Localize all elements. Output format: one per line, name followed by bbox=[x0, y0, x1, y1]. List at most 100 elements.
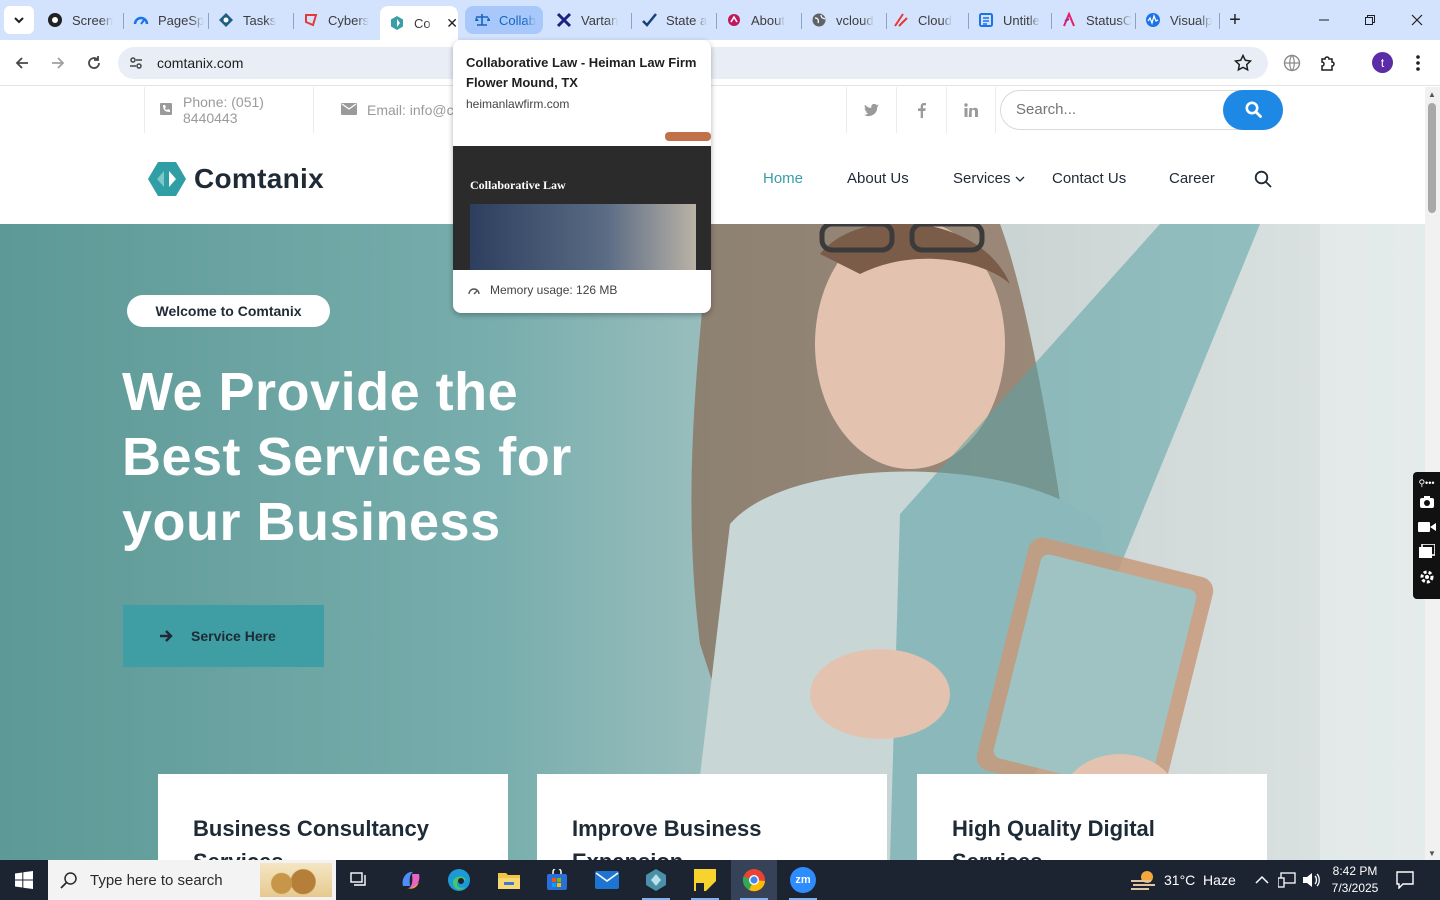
tab-close-icon[interactable]: ✕ bbox=[446, 15, 458, 32]
tab-visualping[interactable]: Visualp bbox=[1136, 6, 1220, 34]
sticky-notes-app[interactable] bbox=[682, 860, 728, 900]
edge-app[interactable] bbox=[436, 860, 482, 900]
pin-icon[interactable]: ⚲••• bbox=[1418, 478, 1434, 489]
clock[interactable]: 8:42 PM 7/3/2025 bbox=[1325, 860, 1385, 900]
tab-comtanix[interactable]: Co ✕ bbox=[380, 6, 458, 40]
file-explorer-app[interactable] bbox=[486, 860, 532, 900]
tab-vartana[interactable]: Vartan bbox=[547, 6, 631, 34]
welcome-badge: Welcome to Comtanix bbox=[127, 295, 330, 327]
copilot-icon bbox=[402, 871, 420, 889]
tab-untitled[interactable]: Untitle bbox=[969, 6, 1053, 34]
weather-widget[interactable]: 31°C Haze bbox=[1130, 860, 1236, 900]
nav-career[interactable]: Career bbox=[1169, 133, 1215, 224]
tab-title: Tasks bbox=[243, 12, 277, 28]
service-card[interactable]: High Quality Digital Services bbox=[917, 774, 1267, 860]
network-tray[interactable] bbox=[1278, 860, 1296, 900]
arrow-right-icon bbox=[52, 57, 65, 69]
back-button[interactable] bbox=[8, 49, 36, 77]
close-window-button[interactable] bbox=[1394, 0, 1440, 40]
window-capture-icon[interactable] bbox=[1418, 543, 1436, 563]
reload-icon bbox=[88, 56, 100, 69]
taskbar-search[interactable]: Type here to search bbox=[48, 860, 336, 900]
nav-services[interactable]: Services bbox=[953, 133, 1025, 224]
volume-tray[interactable] bbox=[1302, 860, 1320, 900]
tab-screen[interactable]: Screen bbox=[38, 6, 122, 34]
comtanix-icon bbox=[389, 15, 405, 31]
service-card[interactable]: Business Consultancy Services bbox=[158, 774, 508, 860]
show-hidden-icons[interactable] bbox=[1255, 860, 1269, 900]
scroll-up-icon[interactable]: ▲ bbox=[1428, 90, 1436, 99]
pagespeed-icon bbox=[133, 12, 149, 28]
scrollbar-thumb[interactable] bbox=[1428, 103, 1436, 213]
twitter-link[interactable] bbox=[846, 87, 896, 133]
bookmark-star-icon[interactable] bbox=[1233, 53, 1253, 77]
tab-cloud[interactable]: Cloud bbox=[884, 6, 968, 34]
site-search-button[interactable] bbox=[1223, 89, 1283, 130]
restore-button[interactable] bbox=[1347, 0, 1393, 40]
nav-home[interactable]: Home bbox=[763, 133, 803, 224]
search-icon bbox=[60, 872, 77, 889]
facebook-link[interactable] bbox=[896, 87, 946, 133]
nav-contact-us[interactable]: Contact Us bbox=[1052, 133, 1126, 224]
site-search-input[interactable] bbox=[1016, 91, 1216, 128]
profile-avatar[interactable]: t bbox=[1372, 52, 1393, 73]
tab-pagespeed[interactable]: PageSp bbox=[124, 6, 208, 34]
tab-collaborative-law[interactable]: Collab bbox=[465, 6, 543, 34]
tab-state[interactable]: State a bbox=[632, 6, 716, 34]
chevron-down-icon bbox=[14, 17, 24, 24]
task-view-button[interactable] bbox=[336, 860, 382, 900]
gear-icon[interactable] bbox=[1419, 569, 1435, 590]
more-menu-icon[interactable] bbox=[1410, 53, 1426, 78]
notification-center[interactable] bbox=[1396, 860, 1414, 900]
chrome-app[interactable] bbox=[731, 860, 777, 900]
video-icon[interactable] bbox=[1417, 520, 1436, 538]
reload-button[interactable] bbox=[80, 49, 108, 77]
card-title-line: Services bbox=[952, 845, 1232, 860]
tab-search-button[interactable] bbox=[4, 6, 34, 34]
tab-about[interactable]: About bbox=[717, 6, 801, 34]
screen-capture-toolbar: ⚲••• bbox=[1413, 472, 1440, 599]
about-icon bbox=[726, 12, 742, 28]
header-search-icon[interactable] bbox=[1254, 133, 1272, 224]
site-logo[interactable]: Comtanix bbox=[148, 158, 324, 200]
minimize-button[interactable] bbox=[1301, 0, 1347, 40]
tab-statusc[interactable]: StatusC bbox=[1052, 6, 1136, 34]
arrow-left-icon bbox=[15, 57, 28, 69]
mail-icon bbox=[595, 871, 619, 889]
arrow-right-icon bbox=[160, 630, 173, 642]
new-tab-button[interactable]: + bbox=[1220, 0, 1250, 40]
extensions-icon[interactable] bbox=[1319, 53, 1337, 78]
restore-icon bbox=[1365, 15, 1375, 25]
close-icon bbox=[1411, 14, 1423, 26]
camera-icon[interactable] bbox=[1419, 495, 1435, 514]
mail-app[interactable] bbox=[584, 860, 630, 900]
tab-strip: Screen PageSp Tasks Cybers Co ✕ Collab V… bbox=[0, 0, 1440, 40]
translate-icon[interactable] bbox=[1283, 54, 1301, 77]
email-info[interactable]: Email: info@co bbox=[328, 87, 458, 133]
store-app[interactable] bbox=[534, 860, 580, 900]
facebook-icon bbox=[917, 102, 926, 118]
nav-about-us[interactable]: About Us bbox=[847, 133, 909, 224]
tab-title: Screen bbox=[72, 12, 114, 28]
tab-cybersecurity[interactable]: Cybers bbox=[294, 6, 378, 34]
service-here-button[interactable]: Service Here bbox=[123, 605, 324, 667]
tab-title: StatusC bbox=[1086, 12, 1133, 28]
service-card[interactable]: Improve Business Expansion bbox=[537, 774, 887, 860]
linkedin-link[interactable] bbox=[946, 87, 996, 133]
tab-tasks[interactable]: Tasks bbox=[209, 6, 293, 34]
hero-image bbox=[560, 224, 1425, 860]
scales-icon bbox=[474, 12, 490, 28]
scroll-down-icon[interactable]: ▼ bbox=[1428, 849, 1436, 858]
memory-usage-text: Memory usage: 126 MB bbox=[490, 283, 618, 297]
start-button[interactable] bbox=[0, 860, 48, 900]
hero-heading-line-1: We Provide the bbox=[122, 362, 519, 422]
comtanix-app[interactable] bbox=[633, 860, 679, 900]
copilot-app[interactable] bbox=[388, 860, 434, 900]
phone-info[interactable]: Phone: (051) 8440443 bbox=[144, 87, 314, 133]
zoom-app[interactable]: zm bbox=[780, 860, 826, 900]
tab-vcloud[interactable]: vcloud bbox=[802, 6, 886, 34]
cloud-icon bbox=[893, 12, 909, 28]
site-info-icon[interactable] bbox=[128, 55, 144, 76]
phone-text: Phone: (051) 8440443 bbox=[183, 94, 264, 126]
forward-button[interactable] bbox=[44, 49, 72, 77]
